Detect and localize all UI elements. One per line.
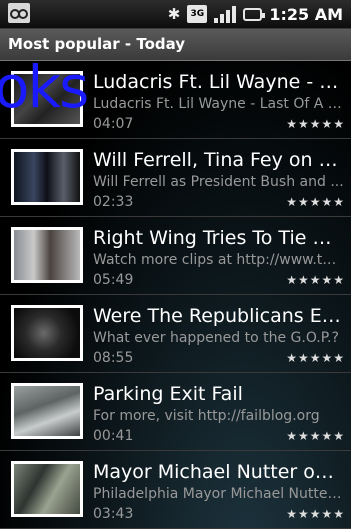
video-thumbnail[interactable] xyxy=(11,305,83,361)
list-item[interactable]: Mayor Michael Nutter on t... Philadelphi… xyxy=(0,451,351,529)
rating-stars-icon: ★★★★★ xyxy=(286,195,345,209)
bluetooth-icon: ✱ xyxy=(167,5,181,23)
video-duration: 05:49 xyxy=(93,272,134,288)
voicemail-icon xyxy=(8,3,30,23)
list-item[interactable]: Will Ferrell, Tina Fey on SN... Will Fer… xyxy=(0,139,351,217)
video-title: Mayor Michael Nutter on t... xyxy=(93,461,345,483)
status-time: 1:25 AM xyxy=(269,4,343,24)
rating-stars-icon: ★★★★★ xyxy=(286,429,345,443)
video-title: Will Ferrell, Tina Fey on SN... xyxy=(93,149,345,171)
video-title: Ludacris Ft. Lil Wayne - Last Of A D... xyxy=(93,71,345,93)
list-item[interactable]: Right Wing Tries To Tie Ob... Watch more… xyxy=(0,217,351,295)
battery-icon xyxy=(243,7,266,21)
video-description: Ludacris Ft. Lil Wayne - Last Of A D... xyxy=(93,96,345,112)
video-title: Right Wing Tries To Tie Ob... xyxy=(93,227,345,249)
rating-stars-icon: ★★★★★ xyxy=(286,273,345,287)
list-item[interactable]: Parking Exit Fail For more, visit http:/… xyxy=(0,373,351,451)
video-thumbnail[interactable] xyxy=(11,149,83,205)
video-thumbnail[interactable] xyxy=(11,383,83,439)
list-item[interactable]: Were The Republicans Eve... What ever ha… xyxy=(0,295,351,373)
rating-stars-icon: ★★★★★ xyxy=(286,507,345,521)
video-title: Were The Republicans Eve... xyxy=(93,305,345,327)
video-thumbnail[interactable] xyxy=(11,227,83,283)
3g-icon: 3G xyxy=(187,5,208,23)
status-icons: ✱ 3G 1:25 AM xyxy=(168,4,343,24)
video-duration: 00:41 xyxy=(93,428,134,444)
video-description: For more, visit http://failblog.org xyxy=(93,408,320,424)
video-duration: 04:07 xyxy=(93,116,134,132)
video-description: What ever happened to the G.O.P.? xyxy=(93,330,339,346)
overlay-text: oks xyxy=(0,53,89,121)
video-title: Parking Exit Fail xyxy=(93,383,243,405)
video-duration: 08:55 xyxy=(93,350,134,366)
video-list[interactable]: Ludacris Ft. Lil Wayne - Last Of A D... … xyxy=(0,61,351,529)
page-title: Most popular - Today xyxy=(8,35,186,53)
signal-icon xyxy=(214,5,237,23)
video-description: Will Ferrell as President Bush and ... xyxy=(93,174,344,190)
video-description: Watch more clips at http://www.the... xyxy=(93,252,345,268)
video-duration: 03:43 xyxy=(93,506,134,522)
rating-stars-icon: ★★★★★ xyxy=(286,117,345,131)
video-duration: 02:33 xyxy=(93,194,134,210)
status-bar: ✱ 3G 1:25 AM xyxy=(0,0,351,29)
video-thumbnail[interactable] xyxy=(11,461,83,517)
video-description: Philadelphia Mayor Michael Nutter... xyxy=(93,486,345,502)
rating-stars-icon: ★★★★★ xyxy=(286,351,345,365)
